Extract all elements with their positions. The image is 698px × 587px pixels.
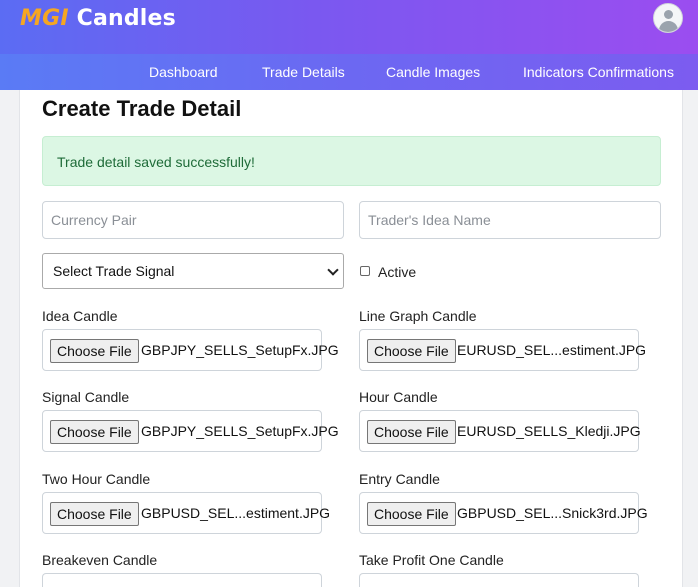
line-graph-candle-label: Line Graph Candle bbox=[359, 308, 477, 324]
line-graph-candle-choose-file-button[interactable]: Choose File bbox=[367, 339, 456, 363]
two-hour-candle-filename: GBPUSD_SEL...estiment.JPG bbox=[141, 505, 331, 521]
chevron-down-icon bbox=[327, 264, 339, 276]
signal-candle-choose-file-button[interactable]: Choose File bbox=[50, 420, 139, 444]
idea-candle-choose-file-button[interactable]: Choose File bbox=[50, 339, 139, 363]
take-profit-one-candle-file-input[interactable] bbox=[359, 573, 639, 587]
two-hour-candle-choose-file-button[interactable]: Choose File bbox=[50, 502, 139, 526]
hour-candle-choose-file-button[interactable]: Choose File bbox=[367, 420, 456, 444]
idea-candle-label: Idea Candle bbox=[42, 308, 118, 324]
entry-candle-choose-file-button[interactable]: Choose File bbox=[367, 502, 456, 526]
nav-dashboard[interactable]: Dashboard bbox=[149, 64, 218, 80]
success-alert: Trade detail saved successfully! bbox=[42, 136, 661, 186]
app-logo[interactable]: MGI Candles bbox=[20, 6, 176, 31]
nav-candle-images[interactable]: Candle Images bbox=[386, 64, 480, 80]
breakeven-candle-label: Breakeven Candle bbox=[42, 552, 158, 568]
trade-signal-selected: Select Trade Signal bbox=[53, 263, 175, 279]
entry-candle-label: Entry Candle bbox=[359, 471, 440, 487]
currency-pair-input[interactable]: Currency Pair bbox=[42, 201, 344, 239]
take-profit-one-candle-label: Take Profit One Candle bbox=[359, 552, 504, 568]
two-hour-candle-file-input[interactable]: Choose File GBPUSD_SEL...estiment.JPG bbox=[42, 492, 330, 534]
active-checkbox[interactable] bbox=[360, 266, 370, 276]
two-hour-candle-label: Two Hour Candle bbox=[42, 471, 151, 487]
idea-candle-file-input[interactable]: Choose File GBPJPY_SELLS_SetupFx.JPG bbox=[42, 329, 339, 371]
trade-signal-select[interactable]: Select Trade Signal bbox=[42, 253, 344, 289]
line-graph-candle-filename: EURUSD_SEL...estiment.JPG bbox=[457, 342, 647, 358]
nav-trade-details[interactable]: Trade Details bbox=[262, 64, 345, 80]
app-header: MGI Candles bbox=[0, 0, 698, 54]
active-label: Active bbox=[378, 264, 417, 280]
idea-name-input[interactable]: Trader's Idea Name bbox=[359, 201, 661, 239]
hour-candle-filename: EURUSD_SELLS_Kledji.JPG bbox=[457, 423, 641, 439]
idea-candle-filename: GBPJPY_SELLS_SetupFx.JPG bbox=[141, 342, 339, 358]
signal-candle-file-input[interactable]: Choose File GBPJPY_SELLS_SetupFx.JPG bbox=[42, 410, 339, 452]
logo-mgi: MGI bbox=[20, 6, 69, 31]
hour-candle-label: Hour Candle bbox=[359, 389, 438, 405]
main-navbar: Dashboard Trade Details Candle Images In… bbox=[0, 54, 698, 90]
breakeven-candle-file-input[interactable] bbox=[42, 573, 322, 587]
signal-candle-label: Signal Candle bbox=[42, 389, 130, 405]
nav-indicators-confirmations[interactable]: Indicators Confirmations bbox=[523, 64, 674, 80]
user-avatar[interactable] bbox=[653, 3, 683, 33]
hour-candle-file-input[interactable]: Choose File EURUSD_SELLS_Kledji.JPG bbox=[359, 410, 641, 452]
avatar-head-icon bbox=[664, 10, 673, 19]
logo-candles: Candles bbox=[76, 6, 176, 31]
page-title: Create Trade Detail bbox=[42, 96, 242, 121]
signal-candle-filename: GBPJPY_SELLS_SetupFx.JPG bbox=[141, 423, 339, 439]
entry-candle-filename: GBPUSD_SEL...Snick3rd.JPG bbox=[457, 505, 648, 521]
entry-candle-file-input[interactable]: Choose File GBPUSD_SEL...Snick3rd.JPG bbox=[359, 492, 648, 534]
line-graph-candle-file-input[interactable]: Choose File EURUSD_SEL...estiment.JPG bbox=[359, 329, 646, 371]
avatar-body-icon bbox=[659, 21, 678, 32]
alert-message: Trade detail saved successfully! bbox=[57, 154, 255, 170]
